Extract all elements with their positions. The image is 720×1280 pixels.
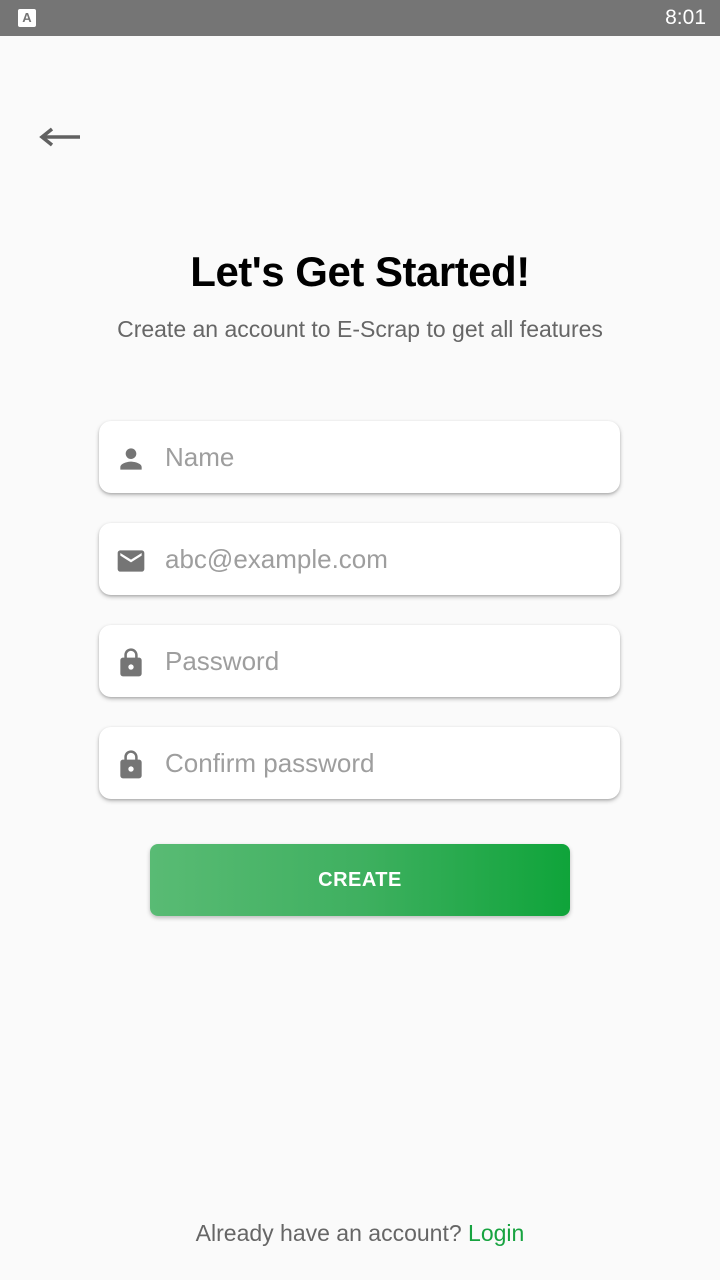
app-notification-icon: A bbox=[18, 9, 36, 27]
mail-icon bbox=[117, 550, 145, 572]
password-input[interactable] bbox=[165, 625, 605, 697]
confirm-password-field[interactable] bbox=[99, 727, 620, 799]
login-prompt: Already have an account? Login bbox=[0, 1220, 720, 1247]
name-input[interactable] bbox=[165, 421, 605, 493]
status-time: 8:01 bbox=[665, 6, 706, 29]
page-subtitle: Create an account to E-Scrap to get all … bbox=[117, 316, 603, 342]
create-button[interactable]: CREATE bbox=[150, 844, 570, 916]
status-bar: A 8:01 bbox=[0, 0, 720, 36]
login-link[interactable]: Login bbox=[468, 1220, 524, 1246]
confirm-password-input[interactable] bbox=[165, 727, 605, 799]
app-notification-letter: A bbox=[22, 10, 32, 25]
person-icon bbox=[120, 448, 142, 470]
login-prompt-text: Already have an account? bbox=[195, 1220, 469, 1246]
email-input[interactable] bbox=[165, 523, 605, 595]
email-field[interactable] bbox=[99, 523, 620, 595]
password-field[interactable] bbox=[99, 625, 620, 697]
lock-icon bbox=[120, 750, 142, 779]
arrow-left-icon bbox=[39, 127, 80, 147]
signup-screen: A 8:01 Let's Get Started! Create an acco… bbox=[0, 0, 720, 1280]
back-button[interactable] bbox=[34, 116, 90, 160]
page-title: Let's Get Started! bbox=[190, 248, 530, 295]
name-field[interactable] bbox=[99, 421, 620, 493]
lock-icon bbox=[120, 648, 142, 677]
